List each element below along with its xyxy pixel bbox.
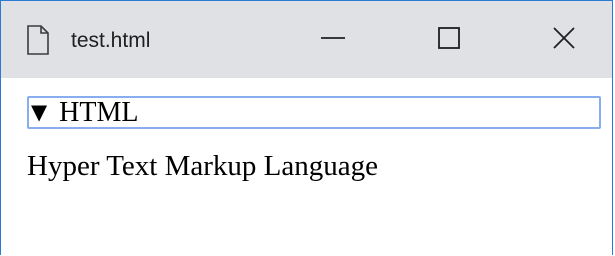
file-icon [26, 25, 50, 55]
minimize-icon [321, 26, 345, 54]
disclosure-triangle-icon: ▼ [31, 100, 48, 124]
details-summary[interactable]: ▼ HTML [27, 96, 601, 129]
title-bar[interactable]: test.html [1, 1, 612, 78]
page-content: ▼ HTML Hyper Text Markup Language [1, 78, 612, 256]
tab-title: test.html [71, 29, 151, 52]
details-body-text: Hyper Text Markup Language [27, 150, 378, 182]
summary-label: HTML [59, 96, 139, 128]
close-icon [552, 26, 576, 54]
browser-window: test.html ▼ HTML Hyper Text Markup Langu… [0, 0, 613, 256]
minimize-button[interactable] [303, 15, 363, 65]
maximize-button[interactable] [419, 15, 479, 65]
maximize-icon [437, 26, 461, 54]
close-button[interactable] [534, 15, 594, 65]
